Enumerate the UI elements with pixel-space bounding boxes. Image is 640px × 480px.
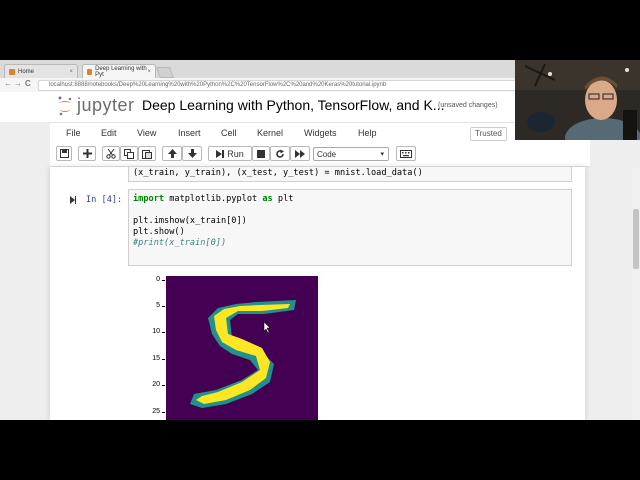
keyword: as (262, 194, 273, 204)
keyboard-icon (400, 149, 412, 158)
letterbox-top (0, 0, 640, 60)
y-tick-label: 15 (152, 355, 160, 362)
browser-tab-notebook[interactable]: Deep Learning with Pyt × (82, 64, 156, 78)
paste-cell-button[interactable] (138, 146, 156, 161)
y-tick-label: 20 (152, 381, 160, 388)
menu-edit[interactable]: Edit (101, 128, 117, 138)
arrow-up-icon (167, 149, 177, 158)
new-tab-button[interactable] (155, 67, 175, 78)
menu-bar: File Edit View Insert Cell Kernel Widget… (50, 122, 590, 145)
copy-icon (124, 148, 134, 159)
page-scrollbar[interactable] (632, 167, 640, 420)
notebook-title[interactable]: Deep Learning with Python, TensorFlow, a… (142, 97, 444, 113)
y-tick-label: 5 (156, 302, 160, 309)
step-forward-icon (216, 149, 225, 158)
move-up-button[interactable] (162, 146, 182, 161)
menu-widgets[interactable]: Widgets (304, 128, 337, 138)
y-tick-mark (162, 332, 165, 333)
code-line-4: #print(x_train[0]) (133, 238, 227, 248)
move-down-button[interactable] (182, 146, 202, 161)
code-line-3: plt.show() (133, 227, 185, 237)
code-line-2: plt.imshow(x_train[0]) (133, 216, 247, 226)
y-tick-label: 25 (152, 408, 160, 415)
code-text: plt (272, 194, 294, 204)
fast-forward-icon (295, 149, 305, 158)
menu-kernel[interactable]: Kernel (257, 128, 283, 138)
stop-icon (257, 149, 265, 158)
previous-code-cell[interactable]: (x_train, y_train), (x_test, y_test) = m… (128, 167, 572, 182)
copy-cell-button[interactable] (120, 146, 138, 161)
digit-image-plot (166, 276, 318, 420)
code-line: (x_train, y_train), (x_test, y_test) = m… (133, 168, 423, 178)
y-tick-mark (162, 385, 165, 386)
trusted-badge[interactable]: Trusted (470, 127, 507, 141)
save-status: (unsaved changes) (438, 102, 498, 109)
tab-close-icon[interactable]: × (147, 69, 151, 75)
y-tick-mark (162, 359, 165, 360)
insert-cell-button[interactable] (78, 146, 96, 161)
save-button[interactable] (56, 146, 72, 161)
presenter-video-image (515, 60, 640, 140)
paste-icon (142, 149, 152, 159)
run-button[interactable]: Run (208, 146, 252, 161)
command-palette-button[interactable] (396, 146, 416, 161)
forward-icon[interactable]: → (14, 79, 22, 88)
y-tick-mark (162, 412, 165, 413)
menu-help[interactable]: Help (358, 128, 377, 138)
menu-view[interactable]: View (137, 128, 156, 138)
y-tick-mark (162, 306, 165, 307)
jupyter-wordmark: jupyter (77, 95, 135, 115)
arrow-down-icon (187, 149, 197, 158)
reload-icon[interactable]: C (25, 79, 31, 88)
jupyter-logo-icon[interactable] (58, 96, 72, 116)
keyword: import (133, 194, 165, 204)
cell-type-select[interactable]: Code ▾ (313, 147, 389, 161)
code-text: matplotlib.pyplot (164, 194, 263, 204)
back-icon[interactable]: ← (4, 79, 12, 88)
menu-file[interactable]: File (66, 128, 81, 138)
interrupt-kernel-button[interactable] (252, 146, 270, 161)
code-line-1: import matplotlib.pyplot as plt (133, 194, 293, 204)
scrollbar-thumb[interactable] (633, 209, 639, 269)
chevron-down-icon: ▾ (380, 151, 384, 158)
save-icon (59, 149, 69, 158)
restart-kernel-button[interactable] (270, 146, 290, 161)
browser-tab-home[interactable]: Home × (4, 64, 78, 78)
plus-icon (82, 149, 92, 158)
menu-insert[interactable]: Insert (178, 128, 201, 138)
y-tick-label: 10 (152, 328, 160, 335)
y-tick-mark (162, 280, 165, 281)
webcam-overlay (515, 60, 640, 140)
scissors-icon (106, 148, 116, 159)
run-cell-icon-bar (75, 196, 76, 204)
jupyter-favicon-icon (9, 68, 15, 75)
screen: Home × Deep Learning with Pyt × ← → C lo… (0, 60, 640, 420)
url-field[interactable]: localhost:8888/notebooks/Deep%20Learning… (38, 80, 530, 91)
input-prompt: In [4]: (86, 195, 123, 205)
run-label: Run (227, 148, 244, 159)
jupyter-favicon-icon (87, 68, 93, 75)
letterbox-bottom (0, 420, 640, 480)
y-tick-label: 0 (156, 276, 160, 283)
menu-cell[interactable]: Cell (221, 128, 237, 138)
restart-icon (276, 149, 284, 158)
tab-label: Home (18, 68, 35, 75)
code-cell[interactable]: import matplotlib.pyplot as plt plt.imsh… (128, 189, 572, 266)
cut-cell-button[interactable] (102, 146, 120, 161)
notebook-container: (x_train, y_train), (x_test, y_test) = m… (50, 167, 585, 420)
restart-run-all-button[interactable] (290, 146, 310, 161)
tab-close-icon[interactable]: × (69, 69, 73, 75)
tab-label: Deep Learning with Pyt (95, 65, 147, 78)
cell-type-value: Code (317, 150, 337, 159)
notebook-toolbar: Run Code ▾ (50, 144, 590, 167)
